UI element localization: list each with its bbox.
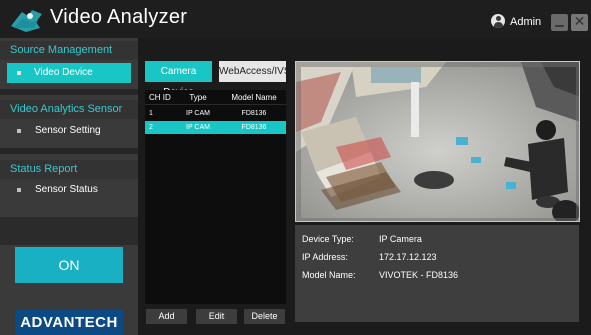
sidebar-item-label: Sensor Setting [35,125,101,136]
model-name-label: Model Name: [302,270,356,280]
sidebar-item-sensor-setting[interactable]: Sensor Setting [0,121,138,141]
ip-address-label: IP Address: [302,252,348,262]
minimize-icon [555,25,564,27]
camera-logo-icon [11,10,42,32]
sidebar-spacer [0,217,138,245]
add-button[interactable]: Add [146,309,187,324]
device-type-label: Device Type: [302,234,354,244]
bullet-icon [17,188,21,192]
sidebar-divider [0,89,138,95]
admin-username[interactable]: Admin [510,16,541,28]
bullet-icon [17,71,21,75]
device-type-value: IP Camera [379,234,422,244]
device-info-panel: Device Type: IP Camera IP Address: 172.1… [295,225,579,322]
sidebar-item-label: Video Device [34,67,93,78]
sidebar: Source Management Video Device Video Ana… [0,38,138,335]
table-row-selected[interactable]: 2 IP CAM FD8136 [145,121,286,134]
minimize-button[interactable] [551,14,568,31]
column-header-ch-id: CH ID [149,93,171,102]
cell-model-name: FD8136 [241,110,267,117]
tab-camera-device[interactable]: Camera Device [145,61,212,98]
model-name-value: VIVOTEK - FD8136 [379,270,459,280]
title-bar: Video Analyzer Admin ✕ [0,0,591,38]
cell-type: IP CAM [186,124,210,131]
ip-address-value: 172.17.12.123 [379,252,437,262]
camera-video-preview [295,61,580,222]
sidebar-header-video-analytics: Video Analytics Sensor [0,100,138,119]
table-header: CH ID Type Model Name [145,90,286,105]
power-on-button[interactable]: ON [15,247,123,283]
column-header-model-name: Model Name [231,93,277,102]
sidebar-header-source-management: Source Management [0,41,138,60]
sidebar-header-status-report: Status Report [0,160,138,179]
app-title: Video Analyzer [50,6,188,28]
device-table: CH ID Type Model Name 1 IP CAM FD8136 2 … [145,90,286,304]
bullet-icon [17,129,21,133]
advantech-logo: ADVANTECH [15,310,123,335]
sidebar-item-sensor-status[interactable]: Sensor Status [0,180,138,200]
cell-type: IP CAM [186,110,210,117]
cell-model-name: FD8136 [241,124,267,131]
close-icon: ✕ [573,13,586,29]
table-row[interactable]: 1 IP CAM FD8136 [145,107,286,120]
cell-ch-id: 2 [149,124,153,131]
edit-button[interactable]: Edit [196,309,237,324]
delete-button[interactable]: Delete [244,309,285,324]
column-header-type: Type [189,93,207,102]
cell-ch-id: 1 [149,110,153,117]
camera-scene-image [296,62,579,221]
sidebar-item-label: Sensor Status [35,184,98,195]
sidebar-divider [0,148,138,154]
user-avatar-icon[interactable] [491,14,505,28]
sidebar-item-video-device[interactable]: Video Device [7,63,131,83]
close-button[interactable]: ✕ [571,13,588,31]
tab-webaccess-ivs[interactable]: WebAccess/IVS [219,61,291,82]
